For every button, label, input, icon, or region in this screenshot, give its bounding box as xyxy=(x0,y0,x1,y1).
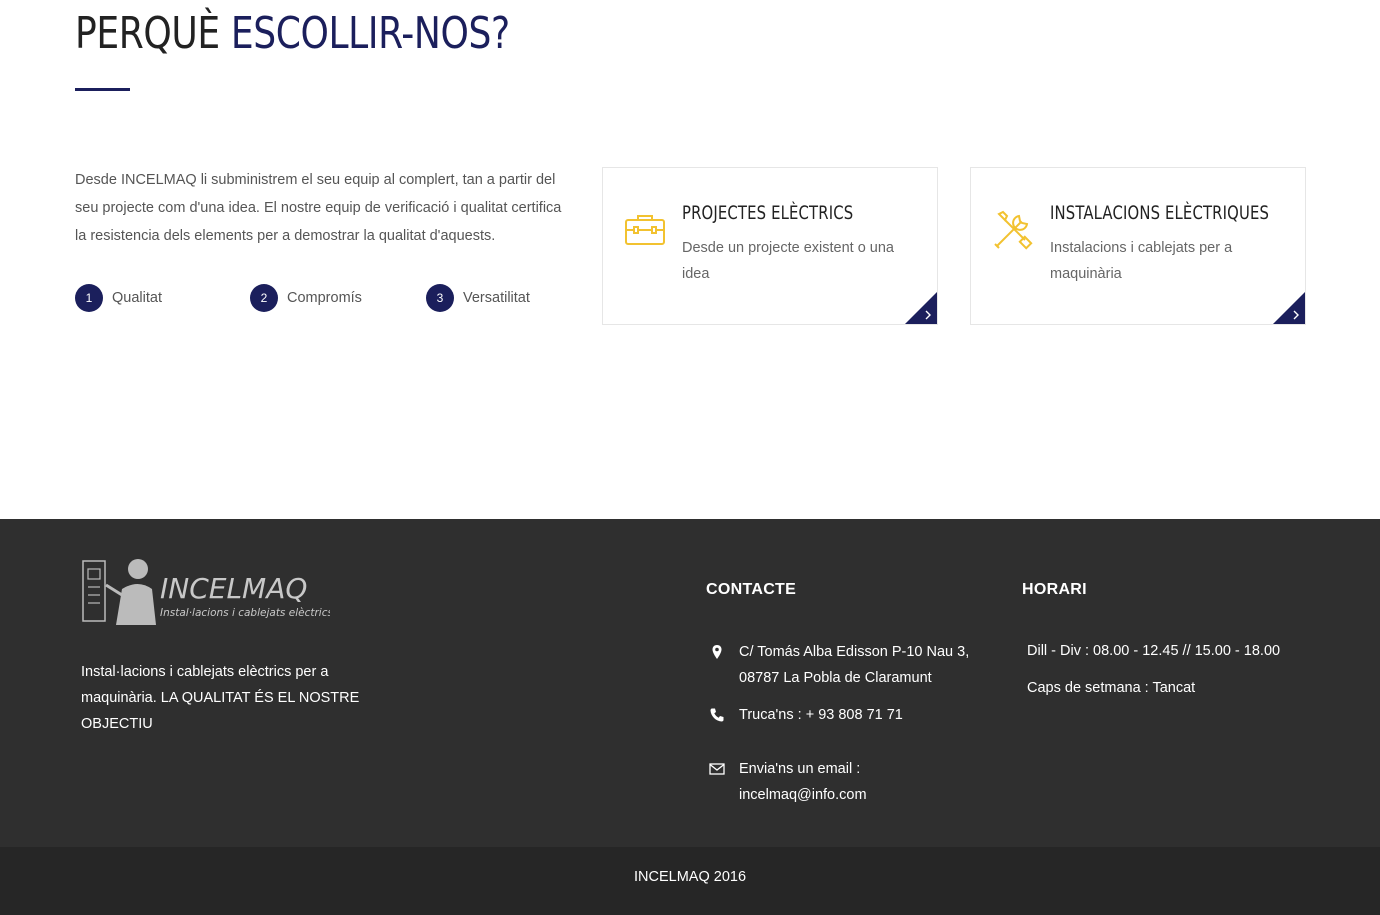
card-title: PROJECTES ELÈCTRICS xyxy=(682,202,854,224)
card-text: Instalacions i cablejats per a maquinàri… xyxy=(1050,240,1233,282)
service-card-electrical-projects[interactable]: PROJECTES ELÈCTRICS Desde un projecte ex… xyxy=(602,167,938,325)
step-label: Compromís xyxy=(287,290,362,306)
card-title: INSTALACIONS ELÈCTRIQUES xyxy=(1050,202,1270,224)
step-number-badge: 2 xyxy=(250,284,278,312)
hours-weekend: Caps de setmana : Tancat xyxy=(1027,680,1196,696)
site-footer: INCELMAQ Instal·lacions i cablejats elèc… xyxy=(0,519,1380,847)
tools-icon xyxy=(994,210,1033,250)
hours-weekdays: Dill - Div : 08.00 - 12.45 // 15.00 - 18… xyxy=(1027,643,1281,659)
contact-heading: CONTACTE xyxy=(706,581,797,598)
card-text: Desde un projecte existent o una idea xyxy=(682,240,894,282)
step-commitment: 2 Compromís xyxy=(250,282,362,314)
step-label: Versatilitat xyxy=(463,290,530,306)
section-description: Desde INCELMAQ li subministrem el seu eq… xyxy=(75,172,562,244)
section-title: PERQUÈ ESCOLLIR-NOS? xyxy=(75,8,510,59)
contact-text: Truca'ns : + 93 808 71 71 xyxy=(739,707,903,723)
incelmaq-logo[interactable]: INCELMAQ Instal·lacions i cablejats elèc… xyxy=(80,555,330,630)
title-underline xyxy=(75,88,130,91)
step-versatility: 3 Versatilitat xyxy=(426,282,530,314)
location-pin-icon xyxy=(712,645,722,659)
contact-text: Envia'ns un email : incelmaq@info.com xyxy=(739,761,867,803)
phone-icon xyxy=(710,708,724,722)
envelope-icon xyxy=(709,763,725,775)
step-quality: 1 Qualitat xyxy=(75,282,162,314)
copyright-bar: INCELMAQ 2016 xyxy=(0,847,1380,915)
card-arrow-corner[interactable] xyxy=(1272,291,1306,325)
copyright-text: INCELMAQ 2016 xyxy=(633,869,747,885)
contact-text: C/ Tomás Alba Edisson P-10 Nau 3, 08787 … xyxy=(739,644,970,686)
steps-list: 1 Qualitat 2 Compromís 3 Versatilitat xyxy=(75,282,595,314)
footer-about-text: Instal·lacions i cablejats elèctrics per… xyxy=(81,664,360,732)
step-number-badge: 3 xyxy=(426,284,454,312)
step-number-badge: 1 xyxy=(75,284,103,312)
section-title-accent: ESCOLLIR-NOS? xyxy=(230,8,510,59)
logo-wordmark: INCELMAQ xyxy=(160,572,307,605)
hours-heading: HORARI xyxy=(1022,581,1087,598)
why-choose-us-section: PERQUÈ ESCOLLIR-NOS? Desde INCELMAQ li s… xyxy=(0,0,1380,519)
logo-tagline: Instal·lacions i cablejats elèctrics xyxy=(160,607,330,619)
step-label: Qualitat xyxy=(112,290,162,306)
service-card-electrical-installations[interactable]: INSTALACIONS ELÈCTRIQUES Instalacions i … xyxy=(970,167,1306,325)
card-arrow-corner[interactable] xyxy=(904,291,938,325)
section-title-plain: PERQUÈ xyxy=(75,8,220,59)
toolbox-icon xyxy=(625,215,665,245)
